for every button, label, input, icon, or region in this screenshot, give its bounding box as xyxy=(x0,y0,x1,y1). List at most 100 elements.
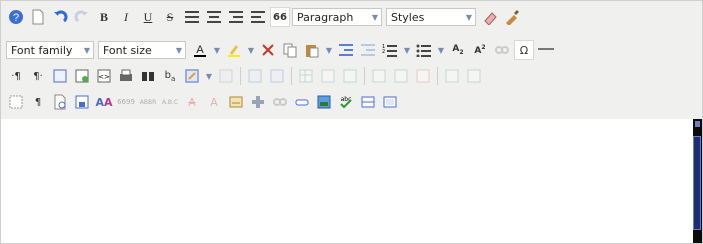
rtl-icon[interactable]: ¶· xyxy=(28,66,48,86)
preview-icon[interactable] xyxy=(50,92,70,112)
ins-icon[interactable]: A xyxy=(204,92,224,112)
styles-select-label: Styles xyxy=(391,10,425,24)
insert-image-plus-icon[interactable] xyxy=(248,92,268,112)
align-right-icon[interactable] xyxy=(226,7,246,27)
scrollbar-up-arrow[interactable] xyxy=(695,121,700,127)
font-family-select-label: Font family xyxy=(11,43,73,57)
rich-text-editor: ? B I U S 66 Paragraph ▼ Styles ▼ Font f… xyxy=(0,0,703,244)
visual-aid-icon[interactable] xyxy=(6,92,26,112)
table-row-after-icon[interactable] xyxy=(340,66,360,86)
toolbar-row-1: ? B I U S 66 Paragraph ▼ Styles ▼ xyxy=(6,6,524,28)
cleanup-icon[interactable] xyxy=(502,7,522,27)
svg-text:A: A xyxy=(196,44,204,56)
format-select-label: Paragraph xyxy=(297,10,354,24)
align-center-icon[interactable] xyxy=(204,7,224,27)
attributes-icon[interactable] xyxy=(226,92,246,112)
strikethrough-icon[interactable]: S xyxy=(160,7,180,27)
font-color-icon[interactable]: A xyxy=(190,40,210,60)
redo-icon[interactable] xyxy=(72,7,92,27)
toolbar-separator xyxy=(437,67,438,85)
editor-content-area[interactable] xyxy=(1,119,702,243)
move-forward-icon[interactable] xyxy=(245,66,265,86)
chevron-down-icon[interactable]: ▼ xyxy=(436,40,446,60)
abbr-icon[interactable]: ABBR xyxy=(138,92,158,112)
chevron-down-icon: ▼ xyxy=(371,12,379,22)
toolbar-separator xyxy=(240,67,241,85)
move-backward-icon[interactable] xyxy=(267,66,287,86)
del-icon[interactable]: A xyxy=(182,92,202,112)
font-size-select[interactable]: Font size ▼ xyxy=(98,41,186,59)
table-col-before-icon[interactable] xyxy=(369,66,389,86)
cite-icon[interactable]: 6699 xyxy=(116,92,136,112)
insert-template-icon[interactable] xyxy=(72,66,92,86)
link-icon[interactable] xyxy=(492,40,512,60)
paste-icon[interactable] xyxy=(302,40,322,60)
scrollbar-thumb[interactable] xyxy=(693,136,701,230)
show-blocks-icon[interactable]: ¶ xyxy=(28,92,48,112)
styleprops-icon[interactable]: AA xyxy=(94,92,114,112)
chevron-down-icon[interactable]: ▼ xyxy=(324,40,334,60)
chevron-down-icon[interactable]: ▼ xyxy=(402,40,412,60)
table-col-after-icon[interactable] xyxy=(391,66,411,86)
toolbar-separator xyxy=(364,67,365,85)
new-document-icon[interactable] xyxy=(28,7,48,27)
superscript-icon[interactable]: A2 xyxy=(470,40,490,60)
insert-link-icon[interactable] xyxy=(292,92,312,112)
styles-select[interactable]: Styles ▼ xyxy=(386,8,476,26)
subscript-icon[interactable]: A2 xyxy=(448,40,468,60)
format-select[interactable]: Paragraph ▼ xyxy=(292,8,382,26)
toolbar-row-3: ·¶ ¶· <> ba ▼ xyxy=(6,65,486,87)
font-family-select[interactable]: Font family ▼ xyxy=(6,41,94,59)
chevron-down-icon[interactable]: ▼ xyxy=(246,40,256,60)
insert-page-break-icon[interactable] xyxy=(358,92,378,112)
indent-icon[interactable] xyxy=(358,40,378,60)
table-merge-cells-icon[interactable] xyxy=(464,66,484,86)
search-icon[interactable] xyxy=(138,66,158,86)
edit-css-icon[interactable] xyxy=(182,66,202,86)
fullscreen-icon[interactable] xyxy=(50,66,70,86)
svg-text:?: ? xyxy=(13,12,19,24)
ltr-icon[interactable]: ·¶ xyxy=(6,66,26,86)
outdent-icon[interactable] xyxy=(336,40,356,60)
insert-table-icon[interactable] xyxy=(296,66,316,86)
spellcheck-icon[interactable]: abc xyxy=(336,92,356,112)
table-row-before-icon[interactable] xyxy=(318,66,338,86)
bold-icon[interactable]: B xyxy=(94,7,114,27)
bullet-list-icon[interactable] xyxy=(414,40,434,60)
insert-layer-icon[interactable] xyxy=(216,66,236,86)
table-split-cells-icon[interactable] xyxy=(442,66,462,86)
numbered-list-icon[interactable]: 12 xyxy=(380,40,400,60)
help-icon[interactable]: ? xyxy=(6,7,26,27)
source-code-icon[interactable]: <> xyxy=(94,66,114,86)
align-justify-icon[interactable] xyxy=(248,7,268,27)
replace-icon[interactable]: ba xyxy=(160,66,180,86)
cut-icon[interactable] xyxy=(258,40,278,60)
acronym-icon[interactable]: A.B.C xyxy=(160,92,180,112)
blockquote-icon[interactable]: 66 xyxy=(270,7,290,27)
toolbar-row-2: Font family ▼ Font size ▼ A ▼ ▼ ▼ 12 ▼ ▼… xyxy=(6,39,558,61)
undo-icon[interactable] xyxy=(50,7,70,27)
horizontal-rule-icon[interactable] xyxy=(536,40,556,60)
font-size-select-label: Font size xyxy=(103,43,152,57)
special-char-icon[interactable]: Ω xyxy=(514,40,534,60)
chevron-down-icon[interactable]: ▼ xyxy=(204,66,214,86)
table-delete-col-icon[interactable] xyxy=(413,66,433,86)
remove-format-icon[interactable] xyxy=(480,7,500,27)
unlink-icon[interactable] xyxy=(270,92,290,112)
insert-image-icon[interactable] xyxy=(314,92,334,112)
svg-text:2: 2 xyxy=(382,49,385,55)
copy-icon[interactable] xyxy=(280,40,300,60)
editor-toolbar: ? B I U S 66 Paragraph ▼ Styles ▼ Font f… xyxy=(1,1,702,120)
highlight-icon[interactable] xyxy=(224,40,244,60)
underline-icon[interactable]: U xyxy=(138,7,158,27)
toolbar-separator xyxy=(291,67,292,85)
print-icon[interactable] xyxy=(116,66,136,86)
save-icon[interactable] xyxy=(72,92,92,112)
chevron-down-icon[interactable]: ▼ xyxy=(212,40,222,60)
toolbar-row-4: ¶ AA 6699 ABBR A.B.C A A abc xyxy=(6,91,402,113)
chevron-down-icon: ▼ xyxy=(175,45,183,55)
insert-media-icon[interactable] xyxy=(380,92,400,112)
align-left-icon[interactable] xyxy=(182,7,202,27)
italic-icon[interactable]: I xyxy=(116,7,136,27)
svg-text:<>: <> xyxy=(98,73,110,81)
